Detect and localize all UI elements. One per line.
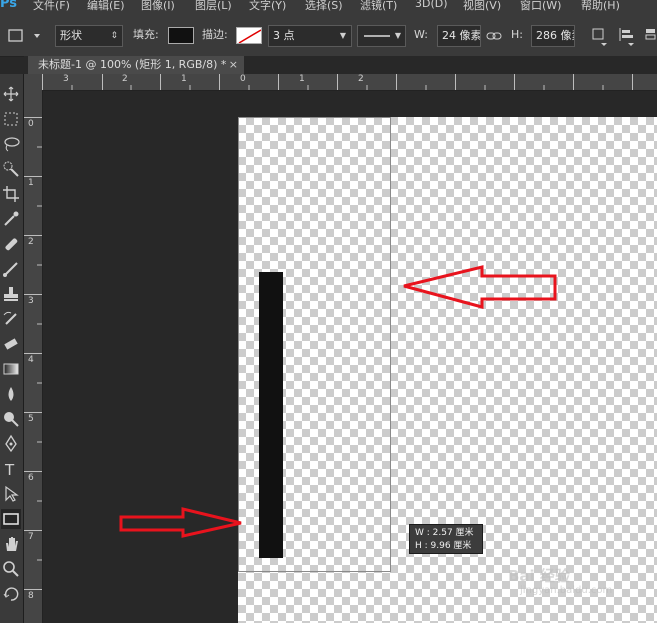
history-brush-icon[interactable] <box>1 309 21 329</box>
dodge-icon[interactable] <box>1 409 21 429</box>
document-tab-bar: 未标题-1 @ 100% (矩形 1, RGB/8) * × <box>24 56 657 74</box>
document-tab[interactable]: 未标题-1 @ 100% (矩形 1, RGB/8) * × <box>28 56 244 74</box>
path-select-icon[interactable] <box>1 484 21 504</box>
watermark-url: jingyan.baidu.com <box>520 585 613 596</box>
link-dimensions-icon[interactable] <box>486 28 502 44</box>
ruler-label: 2 <box>122 74 128 84</box>
menu-3d[interactable]: 3D(D) <box>415 0 448 10</box>
move-icon[interactable] <box>1 84 21 104</box>
document-title: 未标题-1 @ 100% (矩形 1, RGB/8) * <box>38 58 227 71</box>
height-label: H: <box>511 28 523 41</box>
clone-stamp-icon[interactable] <box>1 284 21 304</box>
width-field[interactable]: 24 像素 <box>437 25 481 47</box>
ruler-label: 5 <box>28 414 34 424</box>
no-stroke-icon <box>238 29 261 43</box>
canvas-top-area <box>238 91 657 117</box>
fill-color-swatch[interactable] <box>168 27 194 44</box>
path-alignment-icon[interactable] <box>618 26 636 46</box>
crop-icon[interactable] <box>1 184 21 204</box>
ruler-label: 4 <box>28 355 34 365</box>
options-bar: 形状 ⇕ 填充: 描边: 3 点 ▼ ▼ W: 24 像素 H: 286 像素 <box>0 14 657 57</box>
ruler-label: 2 <box>358 74 364 84</box>
width-label: W: <box>414 28 428 41</box>
ruler-label: 8 <box>28 591 34 601</box>
vertical-ruler[interactable]: 0 1 2 3 4 5 6 7 8 <box>24 90 43 623</box>
ruler-label: 0 <box>28 119 34 129</box>
rectangle-icon[interactable] <box>1 509 21 529</box>
horizontal-ruler-ticks <box>42 74 633 90</box>
canvas-workspace[interactable] <box>43 91 657 623</box>
photoshop-logo: Ps <box>0 0 18 11</box>
zoom-icon[interactable] <box>1 559 21 579</box>
rectangle-shape[interactable] <box>259 272 283 558</box>
tool-mode-select[interactable]: 形状 ⇕ <box>55 25 123 47</box>
ruler-label: 2 <box>28 237 34 247</box>
ruler-label: 7 <box>28 532 34 542</box>
menu-help[interactable]: 帮助(H) <box>581 0 620 13</box>
quick-select-icon[interactable] <box>1 159 21 179</box>
ruler-label: 1 <box>28 178 34 188</box>
svg-text:T: T <box>4 461 15 479</box>
width-value: 24 像素 <box>442 29 481 42</box>
tool-preset-picker[interactable] <box>6 26 42 46</box>
menu-bar: Ps 文件(F) 编辑(E) 图像(I) 图层(L) 文字(Y) 选择(S) 滤… <box>0 0 657 14</box>
ruler-label: 3 <box>63 74 69 84</box>
tooltip-width: W : 2.57 厘米 <box>415 528 474 538</box>
menu-image[interactable]: 图像(I) <box>141 0 175 13</box>
hand-icon[interactable] <box>1 534 21 554</box>
dimension-tooltip: W : 2.57 厘米 H : 9.96 厘米 <box>409 524 483 554</box>
menu-layer[interactable]: 图层(L) <box>195 0 232 13</box>
close-icon[interactable]: × <box>229 56 238 74</box>
horizontal-ruler[interactable]: 3 2 1 0 1 2 <box>42 74 657 91</box>
healing-brush-icon[interactable] <box>1 234 21 254</box>
ruler-label: 0 <box>240 74 246 84</box>
menu-window[interactable]: 窗口(W) <box>520 0 561 13</box>
eyedropper-icon[interactable] <box>1 209 21 229</box>
gradient-icon[interactable] <box>1 359 21 379</box>
ruler-label: 1 <box>181 74 187 84</box>
menu-filter[interactable]: 滤镜(T) <box>360 0 397 13</box>
fill-label: 填充: <box>133 28 159 41</box>
stroke-size-field[interactable]: 3 点 ▼ <box>268 25 352 47</box>
ruler-label: 6 <box>28 473 34 483</box>
height-value: 286 像素 <box>536 29 574 42</box>
stroke-label: 描边: <box>202 28 228 41</box>
path-operations-icon[interactable] <box>591 26 609 46</box>
select-stepper-icon: ⇕ <box>110 31 118 41</box>
solid-line-icon <box>364 35 390 37</box>
watermark: Bai 经验 <box>508 567 570 585</box>
height-field[interactable]: 286 像素 <box>531 25 575 47</box>
path-arrangement-icon[interactable] <box>644 26 657 46</box>
rotate-view-icon[interactable] <box>1 584 21 604</box>
menu-edit[interactable]: 编辑(E) <box>87 0 125 13</box>
blur-icon[interactable] <box>1 384 21 404</box>
tooltip-height: H : 9.96 厘米 <box>415 541 472 551</box>
brush-icon[interactable] <box>1 259 21 279</box>
lasso-icon[interactable] <box>1 134 21 154</box>
eraser-icon[interactable] <box>1 334 21 354</box>
tool-mode-value: 形状 <box>60 29 82 42</box>
pen-icon[interactable] <box>1 434 21 454</box>
menu-type[interactable]: 文字(Y) <box>249 0 286 13</box>
dropdown-arrow-icon: ▼ <box>394 31 401 40</box>
stroke-color-swatch[interactable] <box>236 27 262 44</box>
menu-select[interactable]: 选择(S) <box>305 0 343 13</box>
type-icon[interactable]: T <box>1 459 21 479</box>
stroke-type-select[interactable]: ▼ <box>357 25 406 47</box>
rectangle-tool-icon <box>8 29 40 42</box>
ruler-corner[interactable] <box>24 74 42 90</box>
dropdown-arrow-icon: ▼ <box>339 31 346 40</box>
menu-view[interactable]: 视图(V) <box>463 0 501 13</box>
tools-panel: T <box>0 74 24 623</box>
marquee-icon[interactable] <box>1 109 21 129</box>
stroke-size-value: 3 点 <box>273 29 295 42</box>
ruler-label: 3 <box>28 296 34 306</box>
ruler-label: 1 <box>299 74 305 84</box>
menu-file[interactable]: 文件(F) <box>33 0 70 13</box>
